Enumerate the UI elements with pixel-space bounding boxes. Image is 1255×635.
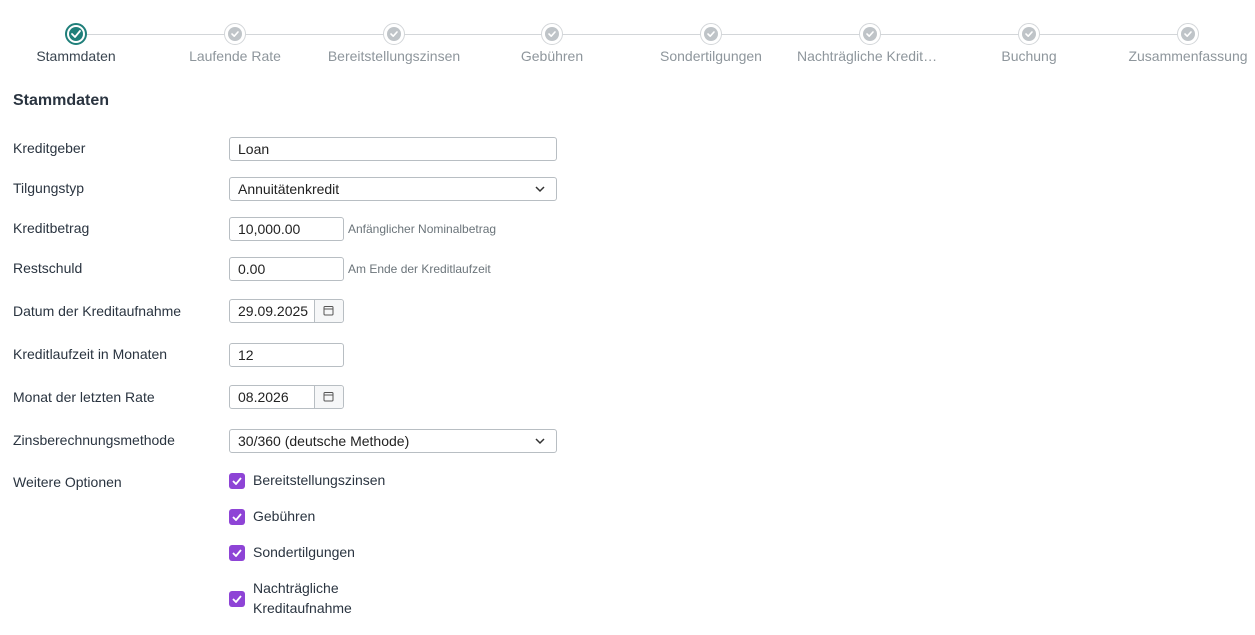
letzte-rate-label: Monat der letzten Rate: [13, 389, 155, 405]
zinsmethode-value: 30/360 (deutsche Methode): [238, 433, 410, 449]
chevron-down-icon: [535, 438, 545, 445]
datum-label: Datum der Kreditaufnahme: [13, 303, 182, 319]
check-icon: [232, 549, 242, 557]
check-icon: [232, 595, 242, 603]
gebuehren-option-label[interactable]: Gebühren: [253, 506, 315, 526]
laufzeit-input[interactable]: 12: [229, 343, 344, 367]
restschuld-hint: Am Ende der Kreditlaufzeit: [348, 262, 491, 276]
step-check-icon: [700, 23, 722, 45]
step-check-icon: [1018, 23, 1040, 45]
step-label: Buchung: [1001, 48, 1057, 64]
step-gebuehren[interactable]: Gebühren: [462, 0, 642, 70]
section-title: Stammdaten: [13, 92, 110, 109]
nachtraegliche-kreditaufnahme-option-label[interactable]: Nachträgliche Kreditaufnahme: [253, 578, 352, 618]
step-label: Gebühren: [520, 48, 584, 64]
nachtraegliche-kreditaufnahme-checkbox[interactable]: [229, 591, 245, 607]
step-label: Zusammenfassung: [1128, 48, 1248, 64]
step-check-icon: [65, 23, 87, 45]
restschuld-input[interactable]: 0.00: [229, 257, 344, 281]
datum-input[interactable]: 29.09.2025: [229, 299, 344, 323]
step-nachtraegliche-kreditaufnahme[interactable]: Nachträgliche Kreditaufnahme: [780, 0, 960, 70]
step-label: Laufende Rate: [189, 48, 281, 64]
sondertilgungen-checkbox[interactable]: [229, 545, 245, 561]
chevron-down-icon: [535, 186, 545, 193]
step-label: Sondertilgungen: [660, 48, 762, 64]
sondertilgungen-option-label[interactable]: Sondertilgungen: [253, 542, 355, 562]
step-bereitstellungszinsen[interactable]: Bereitstellungszinsen: [304, 0, 484, 70]
bereitstellungszinsen-checkbox[interactable]: [229, 473, 245, 489]
check-icon: [232, 513, 242, 521]
bereitstellungszinsen-option-label[interactable]: Bereitstellungszinsen: [253, 470, 385, 490]
calendar-icon: [323, 306, 334, 316]
option-label-line: Kreditaufnahme: [253, 600, 352, 616]
kreditbetrag-input[interactable]: 10,000.00: [229, 217, 344, 241]
tilgungstyp-value: Annuitätenkredit: [238, 181, 340, 197]
tilgungstyp-label: Tilgungstyp: [13, 180, 85, 196]
step-label: Bereitstellungszinsen: [327, 48, 461, 64]
calendar-button[interactable]: [314, 300, 343, 322]
letzte-rate-input[interactable]: 08.2026: [229, 385, 344, 409]
kreditbetrag-hint: Anfänglicher Nominalbetrag: [348, 222, 497, 236]
weitere-optionen-label: Weitere Optionen: [13, 474, 122, 490]
step-check-icon: [1177, 23, 1199, 45]
option-label-line: Nachträgliche: [253, 580, 339, 596]
step-stammdaten[interactable]: Stammdaten: [0, 0, 166, 70]
stepper: Stammdaten Laufende Rate Bereitstellungs…: [0, 0, 1255, 70]
check-icon: [232, 477, 242, 485]
step-sondertilgungen[interactable]: Sondertilgungen: [621, 0, 801, 70]
kreditgeber-input[interactable]: Loan: [229, 137, 557, 161]
step-check-icon: [541, 23, 563, 45]
step-buchung[interactable]: Buchung: [939, 0, 1119, 70]
calendar-button[interactable]: [314, 386, 343, 408]
kreditbetrag-label: Kreditbetrag: [13, 220, 90, 236]
datum-value: 29.09.2025: [238, 303, 309, 319]
kreditgeber-label: Kreditgeber: [13, 140, 86, 156]
zinsmethode-label: Zinsberechnungsmethode: [13, 432, 175, 448]
step-label: Stammdaten: [36, 48, 116, 64]
letzte-rate-value: 08.2026: [238, 389, 289, 405]
calendar-icon: [323, 392, 334, 402]
tilgungstyp-select[interactable]: Annuitätenkredit: [229, 177, 557, 201]
step-check-icon: [224, 23, 246, 45]
gebuehren-checkbox[interactable]: [229, 509, 245, 525]
laufzeit-label: Kreditlaufzeit in Monaten: [13, 346, 168, 362]
step-check-icon: [383, 23, 405, 45]
zinsmethode-select[interactable]: 30/360 (deutsche Methode): [229, 429, 557, 453]
step-zusammenfassung[interactable]: Zusammenfassung: [1123, 0, 1253, 70]
step-check-icon: [859, 23, 881, 45]
step-label: Nachträgliche Kreditaufnahme: [797, 48, 943, 64]
step-laufende-rate[interactable]: Laufende Rate: [145, 0, 325, 70]
restschuld-label: Restschuld: [13, 260, 83, 276]
